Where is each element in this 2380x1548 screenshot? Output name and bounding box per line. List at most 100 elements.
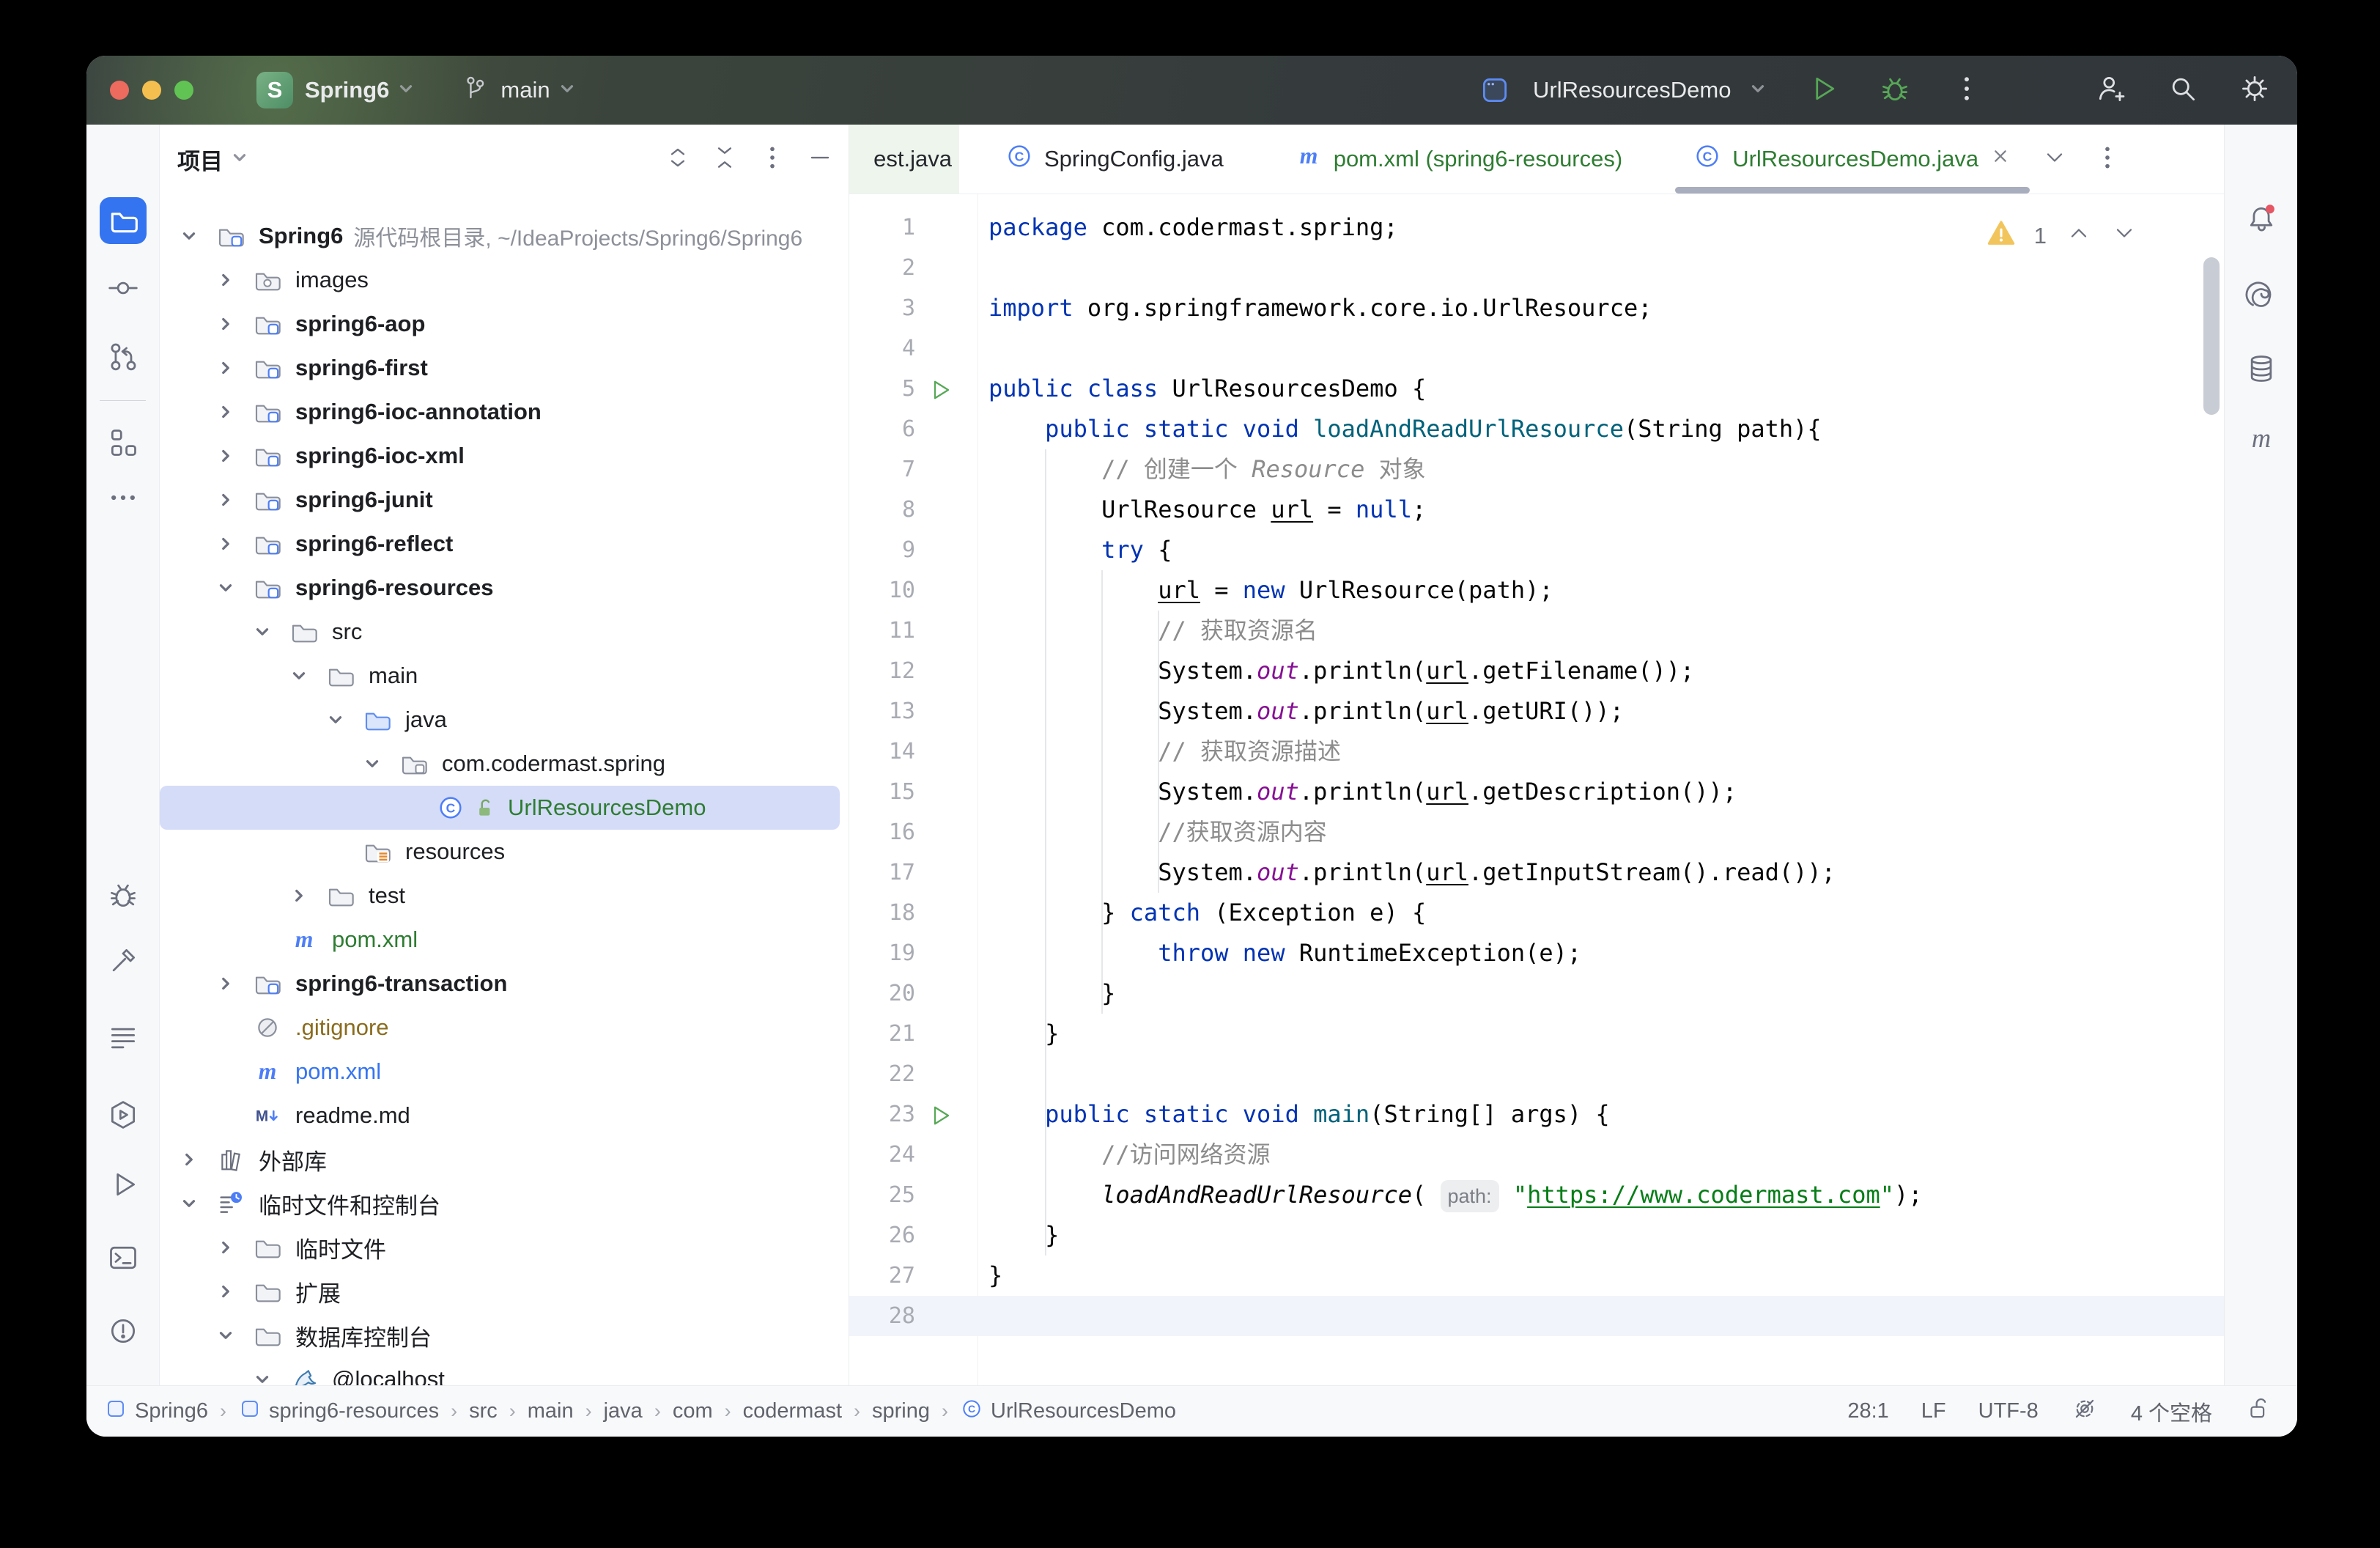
- chevron-right-icon[interactable]: [216, 358, 253, 377]
- chevron-down-icon[interactable]: [326, 710, 363, 729]
- tree-item-spring6-resources[interactable]: spring6-resources: [160, 566, 849, 610]
- chevron-right-icon[interactable]: [216, 534, 253, 553]
- code-line-15[interactable]: 15 System.out.println(url.getDescription…: [849, 772, 2224, 812]
- code-line-27[interactable]: 27}: [849, 1256, 2224, 1296]
- expand-all-button[interactable]: [664, 144, 692, 175]
- code-line-11[interactable]: 11 // 获取资源名: [849, 611, 2224, 651]
- code-line-28[interactable]: 28: [849, 1296, 2224, 1336]
- code-line-25[interactable]: 25 loadAndReadUrlResource( path: "https:…: [849, 1175, 2224, 1215]
- highlight-level-icon[interactable]: [2071, 1395, 2099, 1429]
- sidebar-item-structure[interactable]: [100, 419, 147, 466]
- line-ending[interactable]: LF: [1921, 1399, 1946, 1423]
- tab-pom.xml (spring6-resources)[interactable]: mpom.xml (spring6-resources): [1269, 125, 1648, 194]
- chevron-down-icon[interactable]: [180, 1194, 216, 1213]
- chevron-down-icon[interactable]: [180, 226, 216, 246]
- code-line-8[interactable]: 8 UrlResource url = null;: [849, 490, 2224, 530]
- chevron-right-icon[interactable]: [216, 1238, 253, 1257]
- sidebar-item-services[interactable]: [100, 1091, 147, 1138]
- code-line-26[interactable]: 26 }: [849, 1215, 2224, 1256]
- sidebar-item-todo[interactable]: [100, 1014, 147, 1061]
- chevron-right-icon[interactable]: [216, 974, 253, 993]
- code-line-9[interactable]: 9 try {: [849, 530, 2224, 570]
- chevron-down-icon[interactable]: [289, 666, 326, 685]
- chevron-right-icon[interactable]: [216, 314, 253, 333]
- sidebar-item-debug[interactable]: [100, 871, 147, 918]
- next-warning-icon[interactable]: [2111, 220, 2137, 252]
- breadcrumb-spring6-resources[interactable]: spring6-resources: [238, 1397, 439, 1426]
- breadcrumb-java[interactable]: java: [604, 1399, 643, 1423]
- tree-item-images[interactable]: images: [160, 258, 849, 302]
- sidebar-item-notifications[interactable]: [2238, 196, 2285, 243]
- breadcrumb-codermast[interactable]: codermast: [743, 1399, 842, 1423]
- sidebar-item-more[interactable]: [100, 474, 147, 521]
- tree-item-com.codermast.spring[interactable]: com.codermast.spring: [160, 742, 849, 786]
- code-line-10[interactable]: 10 url = new UrlResource(path);: [849, 570, 2224, 611]
- add-user-button[interactable]: [2095, 73, 2127, 108]
- tree-item-pom.xml[interactable]: m pom.xml: [160, 1050, 849, 1094]
- tree-item-pom.xml[interactable]: m pom.xml: [160, 918, 849, 962]
- tree-item-临时文件和控制台[interactable]: 临时文件和控制台: [160, 1182, 849, 1226]
- breadcrumb-com[interactable]: com: [673, 1399, 713, 1423]
- code-line-2[interactable]: 2: [849, 248, 2224, 288]
- run-config-selector[interactable]: UrlResourcesDemo: [1479, 74, 1767, 106]
- code-line-23[interactable]: 23 public static void main(String[] args…: [849, 1094, 2224, 1135]
- chevron-down-icon[interactable]: [253, 1370, 289, 1385]
- prev-warning-icon[interactable]: [2066, 220, 2092, 252]
- caret-position[interactable]: 28:1: [1847, 1399, 1888, 1423]
- chevron-down-icon[interactable]: [216, 1326, 253, 1345]
- code-line-4[interactable]: 4: [849, 328, 2224, 369]
- branch-widget[interactable]: main: [461, 75, 576, 106]
- sidebar-item-maven[interactable]: m: [2238, 416, 2285, 462]
- code-line-17[interactable]: 17 System.out.println(url.getInputStream…: [849, 852, 2224, 893]
- sidebar-item-pull-requests[interactable]: [100, 333, 147, 380]
- code-line-21[interactable]: 21 }: [849, 1014, 2224, 1054]
- tree-item-spring6-ioc-annotation[interactable]: spring6-ioc-annotation: [160, 390, 849, 434]
- breadcrumb-Spring6[interactable]: Spring6: [104, 1397, 208, 1426]
- tab-SpringConfig.java[interactable]: CSpringConfig.java: [980, 125, 1249, 194]
- run-button[interactable]: [1807, 73, 1839, 108]
- collapse-all-button[interactable]: [711, 144, 739, 175]
- tree-item-外部库[interactable]: 外部库: [160, 1138, 849, 1182]
- tab-options-icon[interactable]: [2093, 143, 2122, 176]
- settings-button[interactable]: [2239, 73, 2271, 108]
- tree-item-spring6-reflect[interactable]: spring6-reflect: [160, 522, 849, 566]
- tree-item-spring6-first[interactable]: spring6-first: [160, 346, 849, 390]
- tree-item-spring6-ioc-xml[interactable]: spring6-ioc-xml: [160, 434, 849, 478]
- code-line-20[interactable]: 20 }: [849, 973, 2224, 1014]
- tab-est.java[interactable]: est.java: [849, 125, 959, 194]
- sidebar-item-build[interactable]: [100, 937, 147, 984]
- code-line-13[interactable]: 13 System.out.println(url.getURI());: [849, 691, 2224, 731]
- tree-item-java[interactable]: java: [160, 698, 849, 742]
- sidebar-item-project[interactable]: [100, 197, 147, 244]
- encoding[interactable]: UTF-8: [1978, 1399, 2039, 1423]
- inspection-widget[interactable]: 1: [1987, 219, 2137, 253]
- code-editor[interactable]: 1package com.codermast.spring;23import o…: [849, 194, 2224, 1385]
- code-line-3[interactable]: 3import org.springframework.core.io.UrlR…: [849, 288, 2224, 328]
- sidebar-item-commit[interactable]: [100, 265, 147, 312]
- tree-item-UrlResourcesDemo[interactable]: C UrlResourcesDemo: [160, 786, 840, 830]
- code-line-6[interactable]: 6 public static void loadAndReadUrlResou…: [849, 409, 2224, 449]
- code-line-14[interactable]: 14 // 获取资源描述: [849, 731, 2224, 772]
- zoom-window-button[interactable]: [174, 81, 193, 100]
- unlock-icon[interactable]: [2244, 1395, 2272, 1429]
- sidebar-item-run[interactable]: [100, 1161, 147, 1208]
- tree-item-test[interactable]: test: [160, 874, 849, 918]
- tree-item-spring6-transaction[interactable]: spring6-transaction: [160, 962, 849, 1006]
- chevron-right-icon[interactable]: [216, 490, 253, 509]
- chevron-down-icon[interactable]: [363, 754, 399, 773]
- tree-item-Spring6[interactable]: Spring6源代码根目录, ~/IdeaProjects/Spring6/Sp…: [160, 214, 849, 258]
- breadcrumb-main[interactable]: main: [528, 1399, 574, 1423]
- project-panel-title[interactable]: 项目: [177, 143, 223, 176]
- close-tab-icon[interactable]: [1989, 144, 2012, 174]
- chevron-right-icon[interactable]: [216, 1282, 253, 1301]
- code-line-24[interactable]: 24 //访问网络资源: [849, 1135, 2224, 1175]
- code-line-22[interactable]: 22: [849, 1054, 2224, 1094]
- tree-item-.gitignore[interactable]: .gitignore: [160, 1006, 849, 1050]
- code-line-5[interactable]: 5public class UrlResourcesDemo {: [849, 369, 2224, 409]
- tree-item-数据库控制台[interactable]: 数据库控制台: [160, 1313, 849, 1357]
- chevron-down-icon[interactable]: [2041, 144, 2068, 174]
- chevron-right-icon[interactable]: [180, 1150, 216, 1169]
- code-line-18[interactable]: 18 } catch (Exception e) {: [849, 893, 2224, 933]
- tree-item-临时文件[interactable]: 临时文件: [160, 1226, 849, 1269]
- debug-button[interactable]: [1879, 73, 1911, 108]
